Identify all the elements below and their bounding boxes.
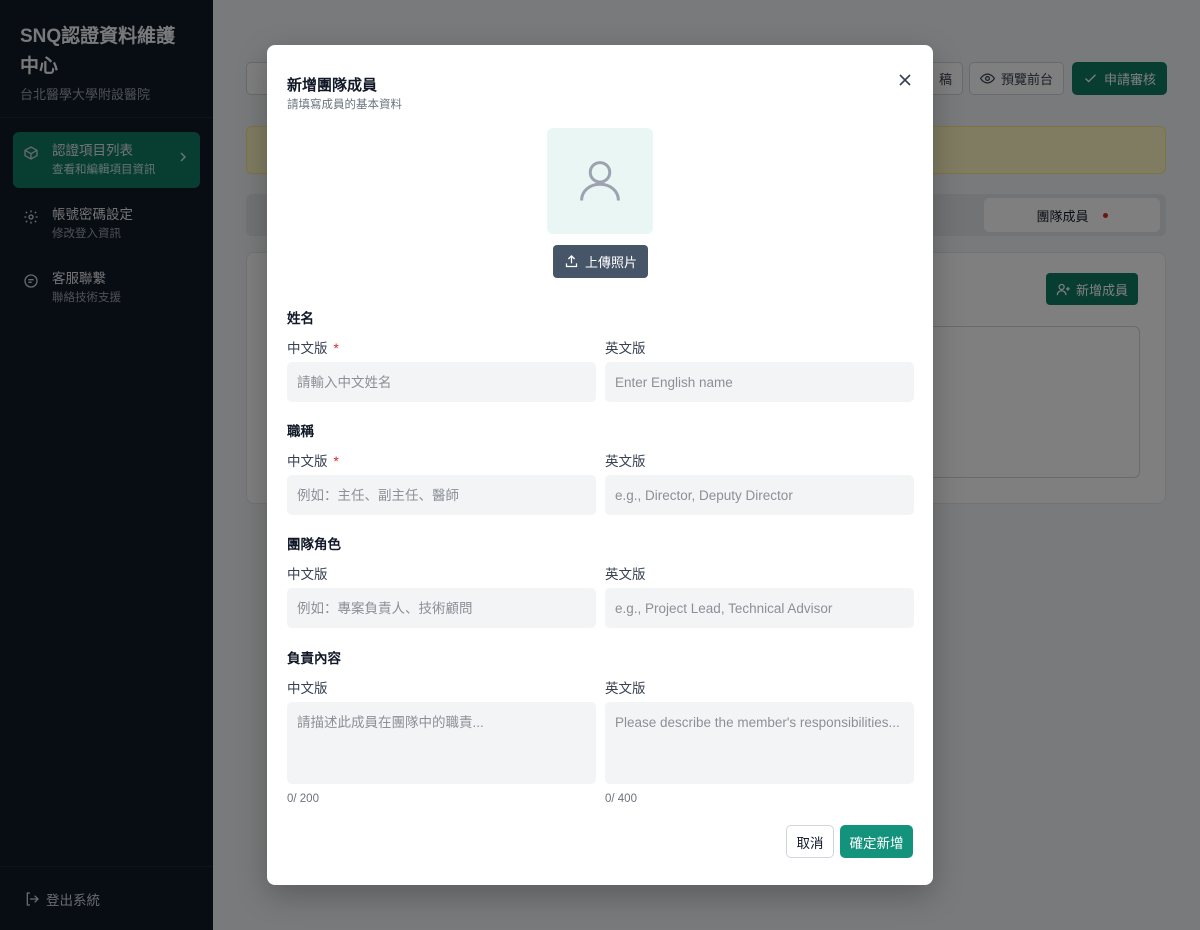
user-icon	[580, 161, 620, 201]
position-zh-label: 中文版 *	[287, 450, 339, 470]
position-en-label: 英文版	[605, 454, 646, 469]
cancel-button[interactable]: 取消	[786, 825, 834, 858]
label-text: 中文版	[287, 454, 328, 469]
duty-zh-char-count: 0/ 200	[287, 793, 319, 805]
position-en-input[interactable]	[605, 475, 914, 515]
duty-section-title: 負責內容	[287, 651, 341, 666]
role-zh-input[interactable]	[287, 588, 596, 628]
role-section-title: 團隊角色	[287, 537, 341, 552]
role-zh-label: 中文版	[287, 567, 328, 582]
duty-zh-label: 中文版	[287, 681, 328, 696]
duty-en-label: 英文版	[605, 681, 646, 696]
confirm-add-button[interactable]: 確定新增	[840, 825, 913, 858]
close-icon[interactable]	[897, 72, 913, 88]
upload-icon	[565, 254, 578, 268]
dialog-title: 新增團隊成員	[287, 77, 378, 94]
role-en-label: 英文版	[605, 567, 646, 582]
name-zh-label: 中文版 *	[287, 337, 339, 357]
name-en-input[interactable]	[605, 362, 914, 402]
name-zh-input[interactable]	[287, 362, 596, 402]
name-en-label: 英文版	[605, 341, 646, 356]
duty-en-char-count: 0/ 400	[605, 793, 637, 805]
avatar-placeholder	[547, 128, 653, 234]
role-en-input[interactable]	[605, 588, 914, 628]
position-section-title: 職稱	[287, 424, 314, 439]
required-asterisk: *	[333, 341, 339, 356]
position-zh-input[interactable]	[287, 475, 596, 515]
label-text: 中文版	[287, 341, 328, 356]
upload-photo-label: 上傳照片	[584, 255, 637, 270]
add-member-dialog: 新增團隊成員 請填寫成員的基本資料 上傳照片 姓名 中文版 * 英文版 職稱 中文…	[267, 45, 933, 885]
duty-zh-textarea[interactable]	[287, 702, 596, 784]
upload-photo-button[interactable]: 上傳照片	[553, 245, 648, 278]
name-section-title: 姓名	[287, 311, 314, 326]
duty-en-textarea[interactable]	[605, 702, 914, 784]
required-asterisk: *	[333, 454, 339, 469]
dialog-subtitle: 請填寫成員的基本資料	[287, 99, 402, 111]
